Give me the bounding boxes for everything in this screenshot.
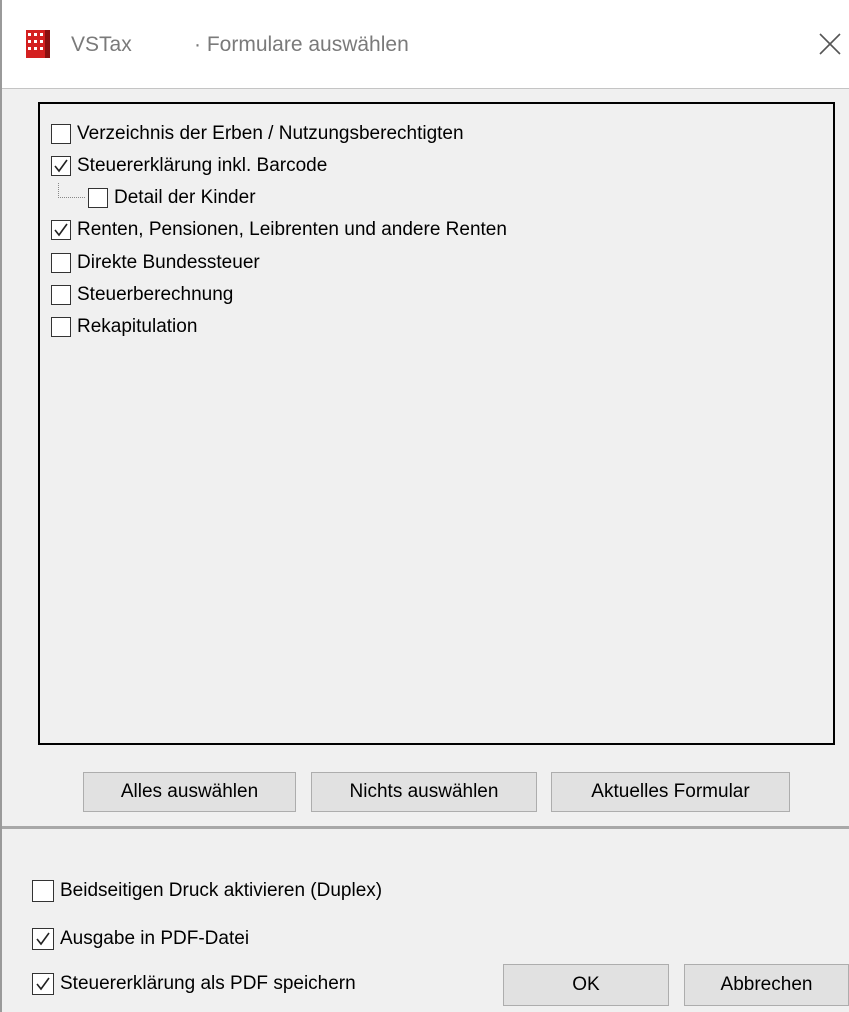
pdf-output-option[interactable]: Ausgabe in PDF-Datei	[32, 925, 249, 953]
checkbox[interactable]	[88, 188, 108, 208]
checkbox[interactable]	[51, 317, 71, 337]
pdf-output-label: Ausgabe in PDF-Datei	[60, 928, 250, 949]
checkbox[interactable]	[51, 124, 71, 144]
vstax-logo-icon	[26, 30, 50, 58]
form-item-renten[interactable]: Renten, Pensionen, Leibrenten und andere…	[51, 216, 507, 244]
form-item-detail-kinder[interactable]: Detail der Kinder	[88, 184, 256, 212]
form-item-label: Detail der Kinder	[114, 187, 256, 208]
select-all-button[interactable]: Alles auswählen	[83, 772, 296, 812]
duplex-label: Beidseitigen Druck aktivieren (Duplex)	[60, 880, 383, 901]
save-pdf-label: Steuererklärung als PDF speichern	[60, 973, 356, 994]
form-item-label: Steuererklärung inkl. Barcode	[77, 155, 328, 176]
app-name: VSTax	[71, 33, 132, 56]
checkbox[interactable]	[32, 880, 54, 902]
form-item-label: Rekapitulation	[77, 316, 198, 337]
close-icon	[819, 33, 841, 55]
checkbox[interactable]	[51, 253, 71, 273]
select-none-button[interactable]: Nichts auswählen	[311, 772, 537, 812]
checkbox[interactable]	[32, 973, 54, 995]
checkbox[interactable]	[51, 156, 71, 176]
form-item-steuererklaerung[interactable]: Steuererklärung inkl. Barcode	[51, 152, 327, 180]
checkbox[interactable]	[51, 220, 71, 240]
current-form-button[interactable]: Aktuelles Formular	[551, 772, 790, 812]
form-item-steuerberechnung[interactable]: Steuerberechnung	[51, 281, 233, 309]
window-title: · Formulare auswählen	[194, 33, 409, 56]
tree-connector-line	[58, 183, 85, 198]
form-item-rekapitulation[interactable]: Rekapitulation	[51, 313, 197, 341]
ok-button[interactable]: OK	[503, 964, 669, 1006]
close-button[interactable]	[808, 24, 848, 64]
window-left-edge	[0, 0, 2, 1012]
save-pdf-option[interactable]: Steuererklärung als PDF speichern	[32, 970, 356, 998]
title-bar-separator	[2, 88, 849, 89]
form-item-direkte-bundessteuer[interactable]: Direkte Bundessteuer	[51, 249, 260, 277]
form-item-label: Steuerberechnung	[77, 284, 234, 305]
title-bar[interactable]: VSTax · Formulare auswählen	[2, 0, 849, 88]
form-item-label: Direkte Bundessteuer	[77, 252, 260, 273]
form-item-label: Renten, Pensionen, Leibrenten und andere…	[77, 219, 507, 240]
section-separator	[2, 826, 849, 829]
checkbox[interactable]	[32, 928, 54, 950]
form-item-label: Verzeichnis der Erben / Nutzungsberechti…	[77, 123, 464, 144]
forms-tree[interactable]: Verzeichnis der Erben / Nutzungsberechti…	[38, 102, 835, 745]
checkbox[interactable]	[51, 285, 71, 305]
cancel-button[interactable]: Abbrechen	[684, 964, 849, 1006]
form-item-verzeichnis-erben[interactable]: Verzeichnis der Erben / Nutzungsberechti…	[51, 120, 464, 148]
duplex-option[interactable]: Beidseitigen Druck aktivieren (Duplex)	[32, 877, 382, 905]
